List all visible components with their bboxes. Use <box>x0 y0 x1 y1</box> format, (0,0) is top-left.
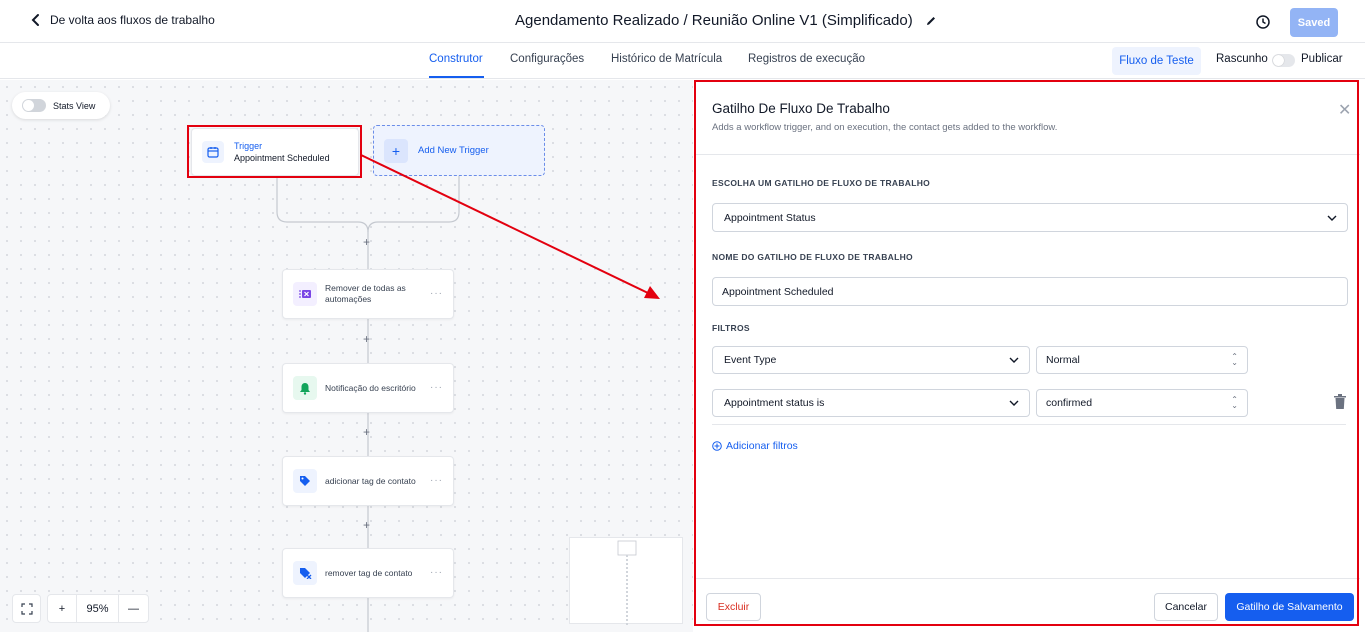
back-link[interactable]: De volta aos fluxos de trabalho <box>30 13 215 27</box>
save-trigger-button[interactable]: Gatilho de Salvamento <box>1225 593 1354 621</box>
back-label: De volta aos fluxos de trabalho <box>50 13 215 27</box>
filter-value: Normal <box>1046 354 1080 366</box>
pencil-icon[interactable] <box>925 15 937 27</box>
choose-trigger-label: ESCOLHA UM GATILHO DE FLUXO DE TRABALHO <box>712 178 931 188</box>
publish-label: Publicar <box>1301 53 1343 65</box>
tab-historico[interactable]: Histórico de Matrícula <box>611 53 722 65</box>
up-down-icon: ⌃ ⌄ <box>1231 395 1238 410</box>
filters-label: FILTROS <box>712 323 750 333</box>
plus-circle-icon <box>712 441 722 451</box>
panel-title: Gatilho De Fluxo De Trabalho <box>712 101 890 116</box>
add-filter-link[interactable]: Adicionar filtros <box>712 440 798 452</box>
filter-field-value: Appointment status is <box>724 397 825 409</box>
trash-icon[interactable] <box>1334 394 1346 409</box>
divider <box>695 578 1360 579</box>
top-bar: De volta aos fluxos de trabalho Agendame… <box>0 0 1365 43</box>
trigger-name-input[interactable]: Appointment Scheduled <box>712 277 1348 306</box>
workflow-title: Agendamento Realizado / Reunião Online V… <box>515 12 937 29</box>
filter-value-select[interactable]: confirmed ⌃ ⌄ <box>1036 389 1248 417</box>
tab-registros[interactable]: Registros de execução <box>748 53 865 65</box>
add-filter-label: Adicionar filtros <box>726 440 798 452</box>
saved-button[interactable]: Saved <box>1290 8 1338 37</box>
annotation-arrow <box>360 154 660 299</box>
trigger-name-label: NOME DO GATILHO DE FLUXO DE TRABALHO <box>712 252 913 262</box>
trigger-settings-panel: Gatilho De Fluxo De Trabalho Adds a work… <box>693 80 1365 632</box>
panel-subtitle: Adds a workflow trigger, and on executio… <box>712 122 1058 133</box>
test-workflow-button[interactable]: Fluxo de Teste <box>1112 47 1201 75</box>
draft-label: Rascunho <box>1216 53 1268 65</box>
trigger-type-value: Appointment Status <box>724 211 816 224</box>
active-tab-indicator <box>429 76 484 78</box>
divider <box>695 154 1360 155</box>
filter-value-select[interactable]: Normal ⌃ ⌄ <box>1036 346 1248 374</box>
delete-button[interactable]: Excluir <box>706 593 761 621</box>
filter-value: confirmed <box>1046 397 1093 409</box>
tabs-bar: Construtor Configurações Histórico de Ma… <box>0 43 1365 79</box>
publish-toggle[interactable] <box>1272 54 1295 67</box>
close-icon[interactable]: ✕ <box>1338 100 1351 120</box>
chevron-down-icon <box>1009 357 1019 363</box>
filter-field-select[interactable]: Appointment status is <box>712 389 1030 417</box>
history-icon[interactable] <box>1255 14 1271 30</box>
tab-construtor[interactable]: Construtor <box>429 53 483 65</box>
up-down-icon: ⌃ ⌄ <box>1231 352 1238 367</box>
trigger-type-select[interactable]: Appointment Status <box>712 203 1348 232</box>
workflow-canvas[interactable]: Stats View Trigger Appointment Scheduled… <box>0 80 693 632</box>
trigger-name-value: Appointment Scheduled <box>722 285 834 298</box>
chevron-down-icon <box>1009 400 1019 406</box>
cancel-button[interactable]: Cancelar <box>1154 593 1218 621</box>
tab-configuracoes[interactable]: Configurações <box>510 53 584 65</box>
chevron-down-icon <box>1327 215 1337 221</box>
filter-field-value: Event Type <box>724 354 777 366</box>
workflow-title-text: Agendamento Realizado / Reunião Online V… <box>515 12 913 29</box>
chevron-left-icon <box>31 14 39 26</box>
divider <box>712 424 1346 425</box>
filter-field-select[interactable]: Event Type <box>712 346 1030 374</box>
